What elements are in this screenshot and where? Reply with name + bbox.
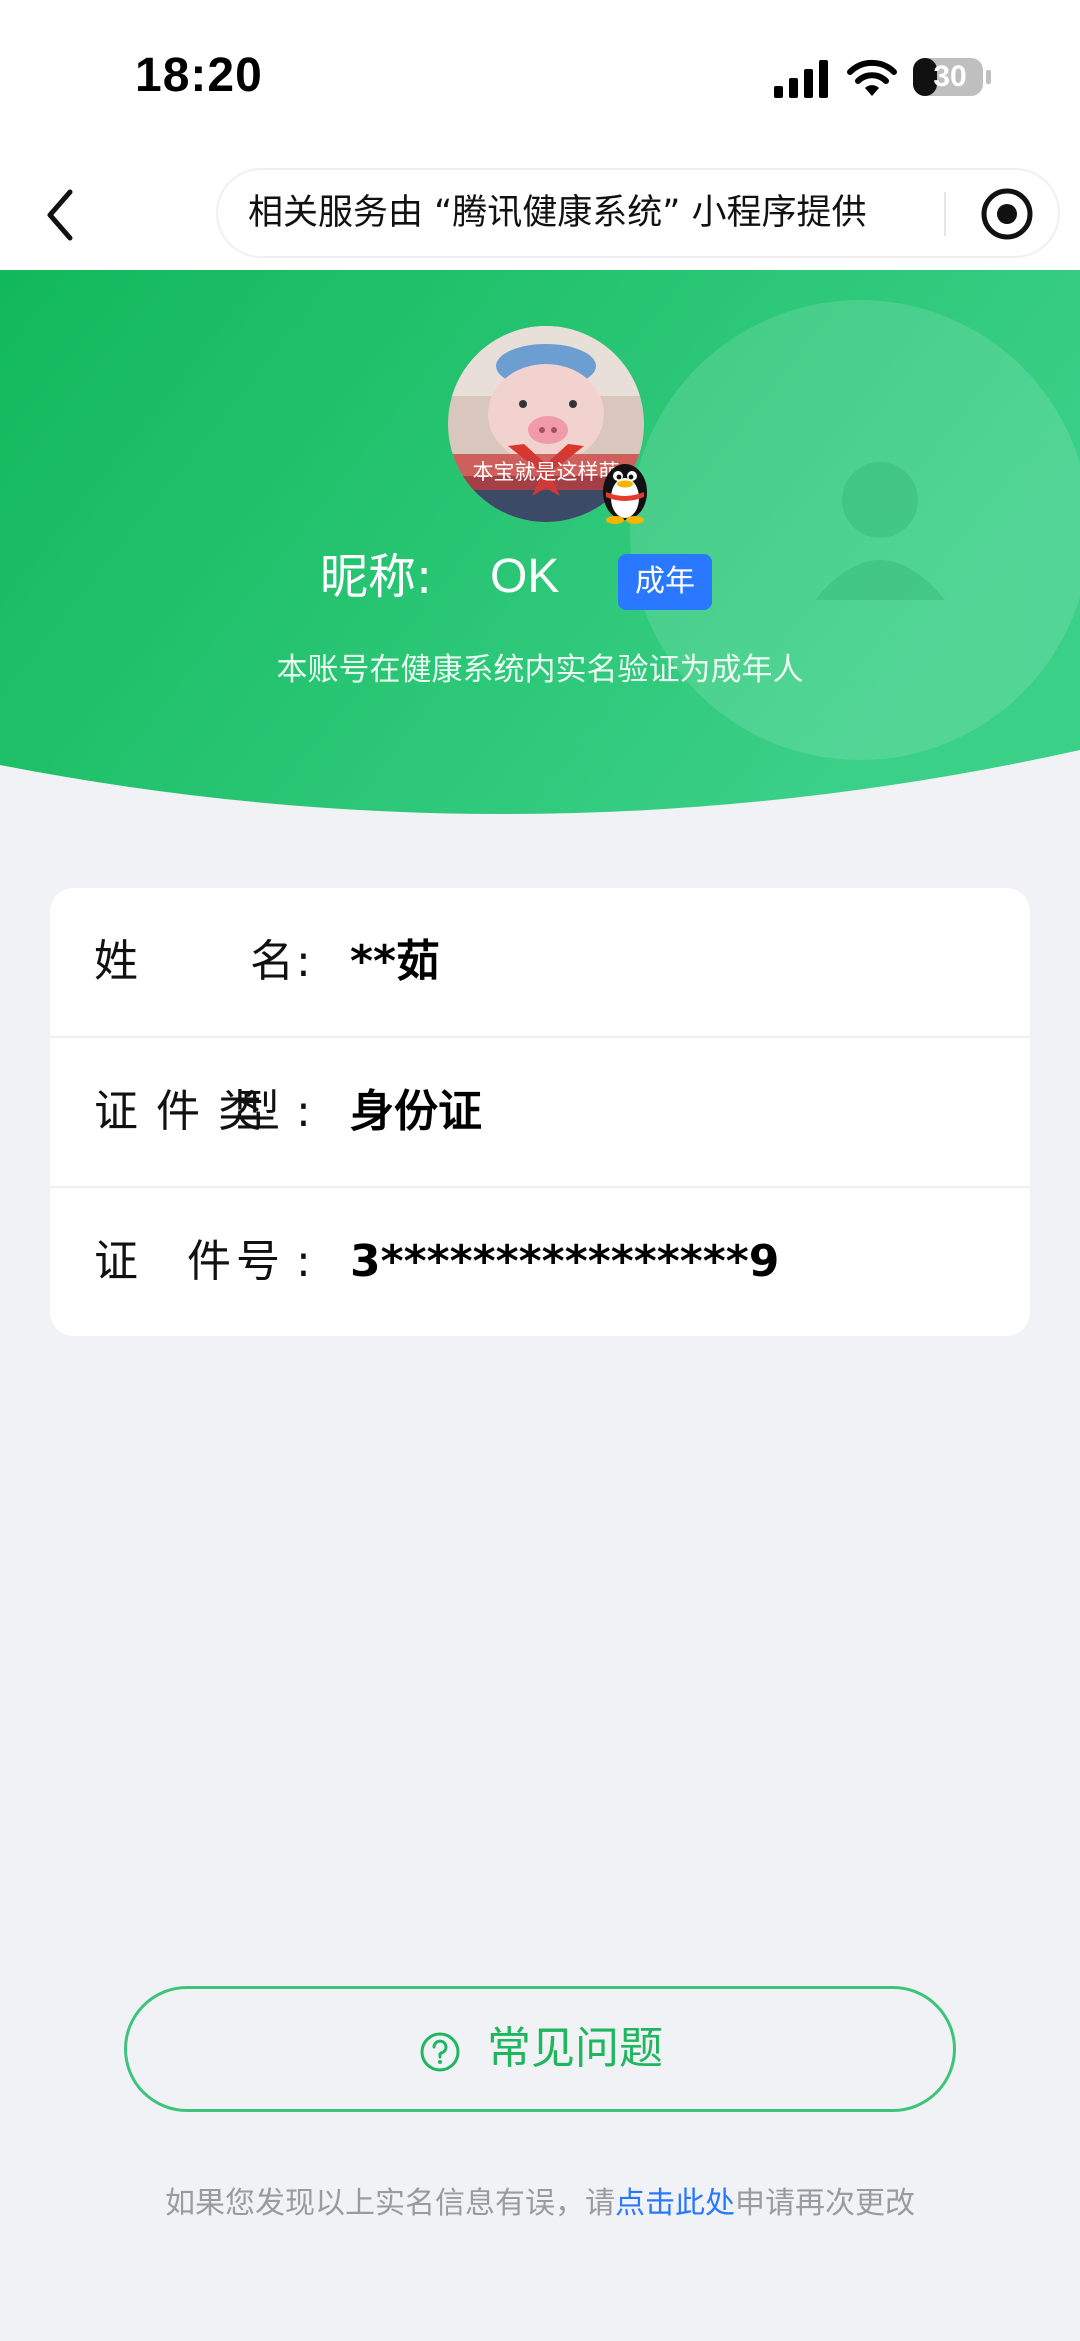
id-number-label: 证件号: [94, 1188, 314, 1336]
info-row-id-number: 证件号 : 3****************9: [50, 1186, 1030, 1334]
profile-hero: 本宝就是这样萌 昵称: OK 成年 本账号在健康系统内实名验证为成年人: [0, 270, 1080, 820]
service-provider-pill[interactable]: 相关服务由 “腾讯健康系统” 小程序提供: [216, 168, 1060, 258]
label-char: 号: [236, 1236, 280, 1287]
nickname-value: OK: [490, 550, 560, 603]
name-label: 姓 名: [94, 888, 314, 1036]
service-provider-text: 相关服务由 “腾讯健康系统” 小程序提供: [248, 193, 867, 233]
wifi-icon: [847, 59, 897, 96]
record-icon[interactable]: [980, 187, 1034, 241]
info-row-id-type: 证件类型 : 身份证: [50, 1036, 1030, 1184]
nav-bar: 相关服务由 “腾讯健康系统” 小程序提供: [0, 160, 1080, 270]
info-row-name: 姓 名 : **茹: [50, 888, 1030, 1036]
adult-badge: 成年: [618, 554, 712, 610]
id-number-colon: :: [296, 1236, 311, 1287]
footer-prefix: 如果您发现以上实名信息有误，请: [165, 2186, 615, 2221]
faq-label: 常见问题: [487, 2023, 663, 2074]
id-type-label: 证件类型: [94, 1038, 314, 1186]
label-char: 件: [187, 1236, 231, 1287]
identity-info-card: 姓 名 : **茹 证件类型 : 身份证 证件号 : 3************…: [50, 888, 1030, 1336]
question-circle-icon: [420, 2032, 460, 2072]
name-label-char-1: 姓: [94, 936, 138, 987]
footer-suffix: 申请再次更改: [735, 2186, 915, 2221]
signal-icon: [774, 60, 828, 98]
verification-note: 本账号在健康系统内实名验证为成年人: [276, 652, 804, 688]
name-label-char-2: 名: [250, 936, 294, 987]
id-type-value: 身份证: [350, 1086, 482, 1137]
chevron-left-icon[interactable]: [40, 182, 84, 248]
edit-request-link[interactable]: 点击此处: [615, 2186, 735, 2221]
label-char: 型: [236, 1086, 280, 1137]
faq-button[interactable]: 常见问题: [124, 1986, 956, 2112]
nickname-label: 昵称:: [320, 549, 433, 605]
pill-divider: [944, 192, 946, 236]
label-char: 证: [94, 1236, 138, 1287]
name-value: **茹: [350, 936, 441, 987]
id-type-colon: :: [296, 1086, 311, 1137]
status-time: 18:20: [135, 49, 263, 102]
label-char: 证: [94, 1086, 138, 1137]
nickname-row: 昵称: OK: [0, 542, 1080, 612]
battery-level: 30: [933, 60, 967, 93]
qq-penguin-icon: [603, 464, 647, 524]
id-number-value: 3****************9: [350, 1236, 780, 1287]
name-colon: :: [296, 936, 311, 987]
label-char: 件: [156, 1086, 200, 1137]
status-bar: 18:20 30: [0, 0, 1080, 160]
footer-note: 如果您发现以上实名信息有误，请点击此处申请再次更改: [0, 2180, 1080, 2228]
